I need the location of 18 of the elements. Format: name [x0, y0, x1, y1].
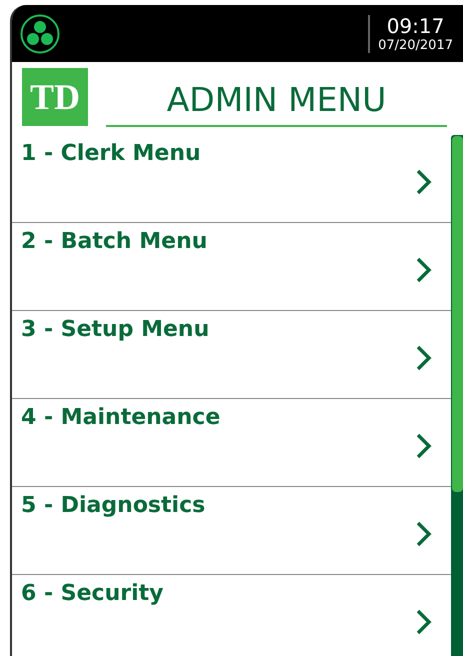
menu-item[interactable]: 2 - Batch Menu — [12, 223, 451, 310]
clock-time: 09:17 — [386, 16, 444, 36]
scrollbar[interactable] — [451, 135, 463, 656]
chevron-right-icon — [416, 521, 432, 547]
menu-item[interactable]: 4 - Maintenance — [12, 399, 451, 486]
chevron-right-icon — [416, 433, 432, 459]
chevron-right-icon — [416, 609, 432, 635]
menu-item[interactable]: 1 - Clerk Menu — [12, 135, 451, 222]
status-logo-icon — [20, 14, 60, 54]
menu-item[interactable]: 5 - Diagnostics — [12, 487, 451, 574]
chevron-right-icon — [416, 345, 432, 371]
clock-date: 07/20/2017 — [378, 38, 453, 52]
menu-item[interactable]: 6 - Security — [12, 575, 451, 656]
bank-logo: TD — [22, 68, 88, 126]
chevron-right-icon — [416, 257, 432, 283]
menu-item[interactable]: 3 - Setup Menu — [12, 311, 451, 398]
chevron-right-icon — [416, 169, 432, 195]
page-title: ADMIN MENU — [106, 72, 447, 126]
